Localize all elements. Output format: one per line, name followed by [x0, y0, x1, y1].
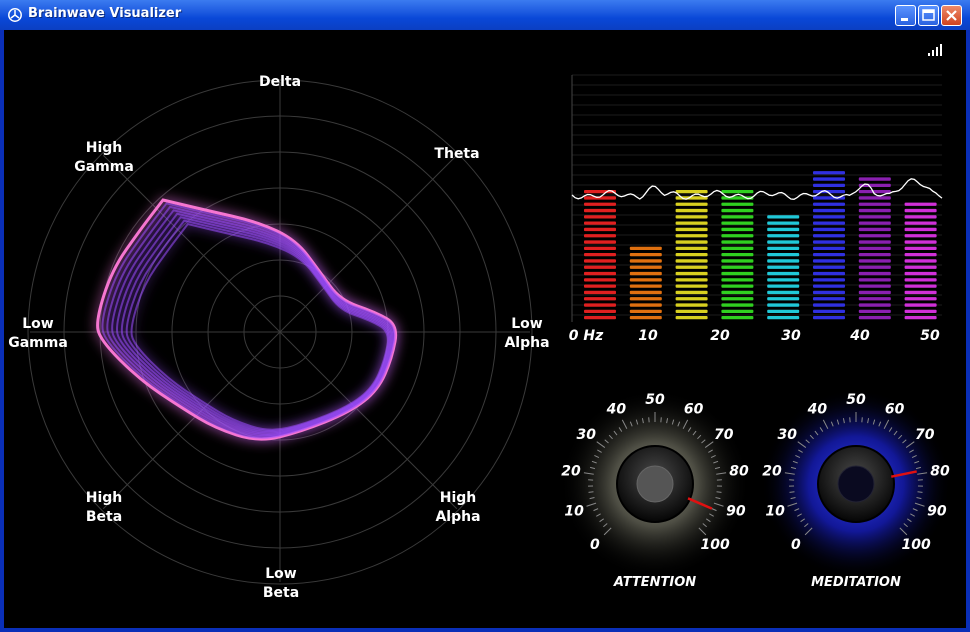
gauge-tick-label: 40: [807, 401, 828, 417]
gauge-tick-mark: [588, 491, 594, 493]
attention-gauge: 0 10 20 30 40 50 60 70 80 90 100 ATTENTION: [560, 389, 750, 590]
gauge-tick-label: 70: [915, 427, 935, 443]
gauge-tick-label: 40: [606, 401, 627, 417]
gauge-tick-label: 30: [777, 427, 797, 443]
gauge-tick-label: 80: [729, 464, 749, 480]
gauge-tick-label: 100: [901, 537, 930, 553]
gauge-tick-mark: [716, 491, 722, 493]
gauge-tick-label: 60: [684, 401, 704, 417]
meditation-gauge: 0 10 20 30 40 50 60 70 80 90 100 MEDITATION: [761, 389, 951, 590]
gauge-tick-label: 30: [576, 427, 596, 443]
gauge-tick-label: 90: [927, 503, 947, 519]
gauge-tick-label: 10: [564, 503, 584, 519]
gauge-tick-mark: [917, 491, 923, 493]
gauge-tick-label: 10: [765, 503, 785, 519]
gauge-tick-label: 70: [714, 427, 734, 443]
gauge-knob-center: [636, 465, 674, 503]
gauge-tick-label: 0: [791, 537, 801, 553]
gauge-tick-label: 60: [885, 401, 905, 417]
gauge-tick-label: 80: [930, 464, 950, 480]
gauge-tick-label: 20: [762, 464, 782, 480]
gauge-tick-label: 100: [700, 537, 729, 553]
gauge-tick-label: 50: [645, 392, 665, 408]
gauges: 0 10 20 30 40 50 60 70 80 90 100 ATTENTION 0 10 20 30 4…: [560, 389, 951, 590]
gauge-tick-label: 50: [846, 392, 866, 408]
gauge-knob-center: [837, 465, 875, 503]
gauge-tick-mark: [789, 491, 795, 493]
gauge-tick-label: 90: [726, 503, 746, 519]
gauge-tick-label: 20: [561, 464, 581, 480]
gauge-name: MEDITATION: [811, 575, 901, 590]
gauge-tick-label: 0: [590, 537, 600, 553]
gauge-name: ATTENTION: [613, 575, 696, 590]
app-window: Brainwave Visualizer Delta Theta Low Alpha H…: [0, 0, 970, 632]
